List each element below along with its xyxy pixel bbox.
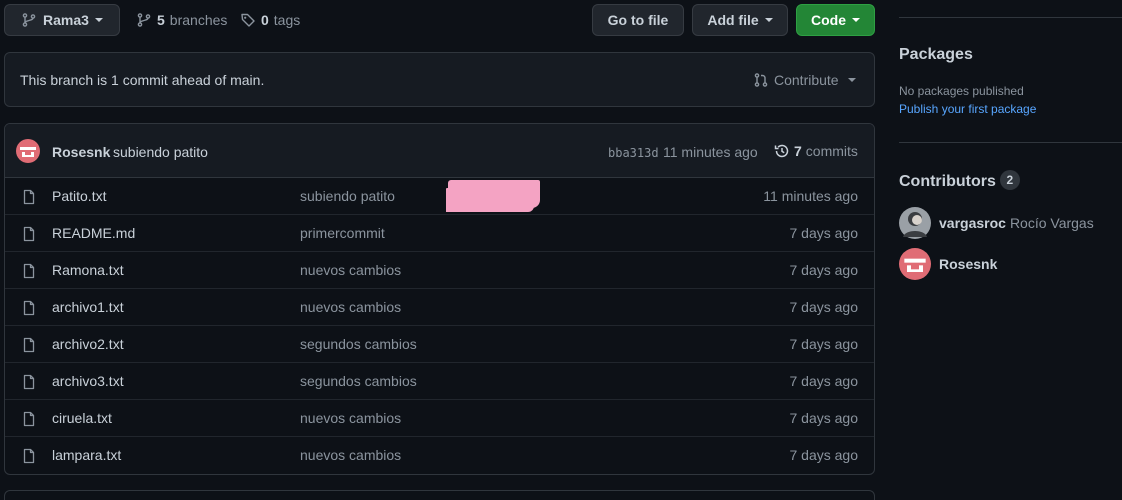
file-commit-message[interactable]: nuevos cambios [300,262,401,278]
go-to-file-button[interactable]: Go to file [592,4,684,36]
contributor-item[interactable]: vargasroc Rocío Vargas [899,207,1094,239]
file-commit-message[interactable]: nuevos cambios [300,447,401,463]
add-file-button[interactable]: Add file [692,4,788,36]
commits-label: commits [805,143,858,159]
contributor-item[interactable]: Rosesnk [899,248,997,280]
file-date: 7 days ago [789,447,859,463]
branches-link[interactable]: 5 branches [136,11,227,29]
git-branch-icon [21,12,37,28]
sidebar-divider [899,17,1122,18]
file-commit-message[interactable]: nuevos cambios [300,410,401,426]
sidebar-divider [899,142,1122,143]
chevron-down-icon [852,18,860,22]
file-icon [21,337,37,353]
branch-name: Rama3 [43,12,89,28]
redaction-mark [448,180,540,208]
packages-title[interactable]: Packages [899,46,973,64]
commits-link[interactable]: 7 commits [774,143,858,159]
file-commit-message[interactable]: nuevos cambios [300,299,401,315]
branches-count: 5 [157,12,165,28]
file-icon [21,263,37,279]
publish-package-link[interactable]: Publish your first package [899,102,1036,116]
file-date: 11 minutes ago [763,188,858,204]
tags-link[interactable]: 0 tags [240,11,300,29]
tags-label: tags [273,12,301,28]
chevron-down-icon [94,18,103,22]
file-name[interactable]: README.md [52,225,135,241]
file-name[interactable]: archivo2.txt [52,336,124,352]
file-date: 7 days ago [789,373,859,389]
table-row[interactable]: ciruela.txt nuevos cambios 7 days ago [5,400,874,437]
file-commit-message[interactable]: segundos cambios [300,336,417,352]
add-file-label: Add file [707,12,759,28]
history-icon [774,143,790,159]
contributor-login: vargasroc [939,215,1006,231]
file-icon [21,411,37,427]
table-row[interactable]: archivo3.txt segundos cambios 7 days ago [5,363,874,400]
packages-empty-text: No packages published [899,84,1024,98]
branch-status-message: This branch is 1 commit ahead of main. [20,72,265,88]
latest-commit-bar: Rosesnk subiendo patito bba313d 11 minut… [5,124,874,178]
avatar[interactable] [899,207,931,239]
bottom-panel-edge [4,490,875,500]
table-row[interactable]: Patito.txt subiendo patito 11 minutes ago [5,178,874,215]
table-row[interactable]: archivo1.txt nuevos cambios 7 days ago [5,289,874,326]
pull-request-icon [753,72,769,88]
tag-icon [240,12,256,28]
tags-count: 0 [261,12,269,28]
file-date: 7 days ago [789,225,859,241]
file-icon [21,300,37,316]
avatar[interactable] [899,248,931,280]
go-to-file-label: Go to file [607,12,669,28]
file-commit-message[interactable]: segundos cambios [300,373,417,389]
file-name[interactable]: ciruela.txt [52,410,112,426]
file-date: 7 days ago [789,299,859,315]
contributors-count: 2 [999,170,1020,190]
branch-status-box: This branch is 1 commit ahead of main. C… [4,52,875,107]
file-date: 7 days ago [789,410,859,426]
contributor-login: Rosesnk [939,256,998,272]
git-branch-icon [136,12,152,28]
file-icon [21,448,37,464]
commit-author[interactable]: Rosesnk [52,144,110,160]
code-label: Code [811,12,846,28]
file-name[interactable]: archivo1.txt [52,299,124,315]
contribute-label: Contribute [774,72,839,88]
contributors-title[interactable]: Contributors 2 [899,170,1020,191]
branches-label: branches [169,12,228,28]
code-button[interactable]: Code [796,4,875,36]
file-browser: Rosesnk subiendo patito bba313d 11 minut… [4,123,875,475]
file-name[interactable]: Ramona.txt [52,262,124,278]
avatar[interactable] [16,139,40,163]
commits-count: 7 [794,143,802,159]
chevron-down-icon [847,78,856,82]
file-commit-message[interactable]: subiendo patito [300,188,395,204]
table-row[interactable]: Ramona.txt nuevos cambios 7 days ago [5,252,874,289]
contribute-button[interactable]: Contribute [753,72,856,88]
file-icon [21,189,37,205]
file-icon [21,374,37,390]
file-name[interactable]: lampara.txt [52,447,121,463]
contributor-name: Rocío Vargas [1009,215,1094,231]
file-list: Patito.txt subiendo patito 11 minutes ago R… [5,178,874,474]
file-date: 7 days ago [789,262,859,278]
commit-message[interactable]: subiendo patito [113,144,208,160]
table-row[interactable]: lampara.txt nuevos cambios 7 days ago [5,437,874,474]
commit-sha[interactable]: bba313d [608,146,659,160]
branch-selector-button[interactable]: Rama3 [4,4,120,36]
file-date: 7 days ago [789,336,859,352]
contributors-label: Contributors [899,173,996,190]
chevron-down-icon [764,18,773,22]
file-name[interactable]: Patito.txt [52,188,106,204]
table-row[interactable]: archivo2.txt segundos cambios 7 days ago [5,326,874,363]
file-icon [21,226,37,242]
file-commit-message[interactable]: primercommit [300,225,385,241]
table-row[interactable]: README.md primercommit 7 days ago [5,215,874,252]
commit-time: 11 minutes ago [663,144,758,160]
file-name[interactable]: archivo3.txt [52,373,124,389]
